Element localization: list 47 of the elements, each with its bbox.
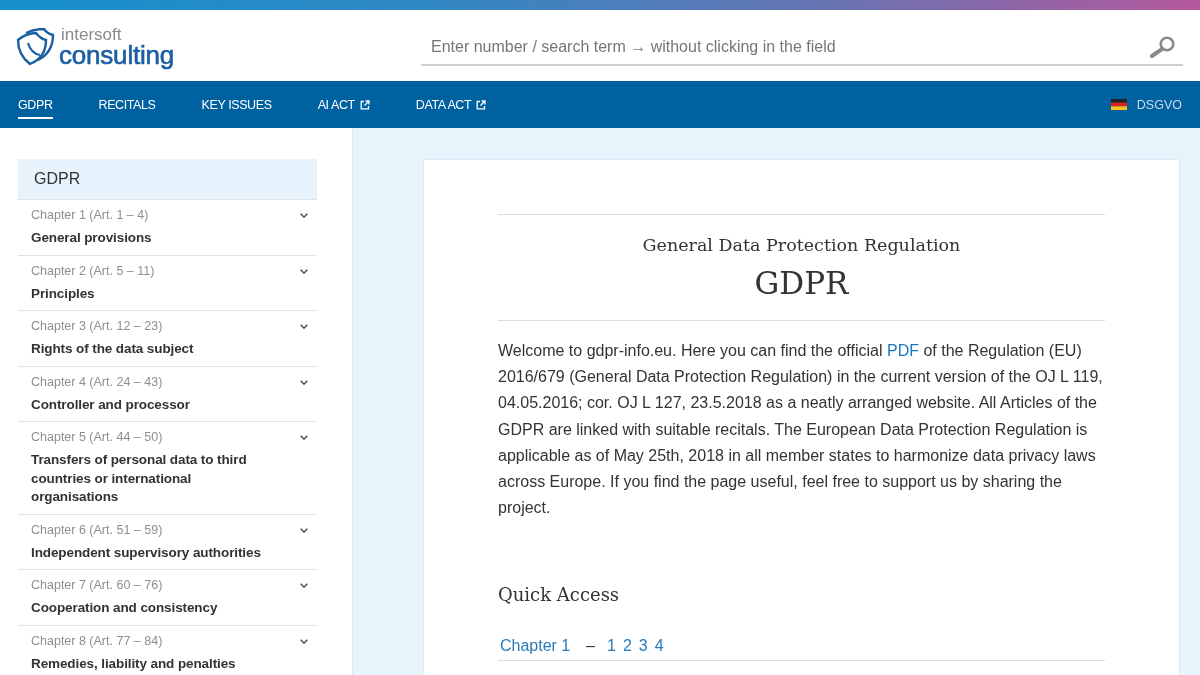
nav-tab[interactable]: RECITALS [98,90,156,119]
nav-tab[interactable]: AI ACT [317,90,370,119]
chapter-item[interactable]: Chapter 8 (Art. 77 – 84) Remedies, liability and penalties [18,625,317,675]
page-subtitle: General Data Protection Regulation [641,234,962,257]
section-heading: Quick Access [498,583,621,608]
chapter-title: General provisions [31,229,153,247]
language-link[interactable]: DSGVO [1110,97,1182,112]
chapter-title: Cooperation and consistency [31,599,219,617]
chapter-link[interactable]: Chapter 1 [500,637,586,656]
chapter-title: Transfers of personal data to third countries or international organisations [31,451,248,506]
chapter-title: Controller and processor [31,395,191,414]
chapter-range: Chapter 2 (Art. 5 – 11) [31,262,156,280]
nav-tab[interactable]: GDPR [18,90,53,119]
nav-tab[interactable]: DATA ACT [415,90,487,119]
chapter-title: Principles [31,284,96,303]
chapter-range: Chapter 3 (Art. 12 – 23) [31,318,164,335]
chapter-title: Remedies, liability and penalties [31,654,237,673]
sidebar-heading: GDPR [18,159,317,200]
chapter-item[interactable]: Chapter 3 (Art. 12 – 23) Rights of the data subject [18,311,317,367]
separator-text: – [586,637,596,656]
chapter-range: Chapter 1 (Art. 1 – 4) [31,207,150,224]
shield-logo-icon [16,28,55,66]
chapter-title: Rights of the data subject [31,340,195,358]
chapter-item[interactable]: Chapter 7 (Art. 60 – 76) Cooperation and consistency [18,570,317,626]
brand-name: consulting [59,43,175,67]
chapter-item[interactable]: Chapter 6 (Art. 51 – 59) Independent supervisory authorities [18,514,317,570]
chapter-range: Chapter 5 (Art. 44 – 50) [31,429,164,446]
article-link[interactable]: 3 [638,637,648,656]
search-icon [1149,36,1175,58]
chapter-title: Independent supervisory authorities [31,543,262,562]
chapter-item[interactable]: Chapter 5 (Art. 44 – 50) Transfers of personal data to third countries or international organisations [18,422,317,515]
chapter-range: Chapter 6 (Art. 51 – 59) [31,521,164,539]
article-link[interactable]: 4 [654,637,664,656]
page-title: GDPR [753,264,850,303]
chapter-item[interactable]: Chapter 2 (Art. 5 – 11) Principles [18,255,317,311]
chapter-item[interactable]: Chapter 1 (Art. 1 – 4) General provisions [18,200,317,256]
chapter-range: Chapter 7 (Art. 60 – 76) [31,577,164,594]
nav-tab[interactable]: KEY ISSUES [201,90,272,119]
pdf-link[interactable]: PDF [886,342,919,359]
article-link[interactable]: 2 [622,637,632,656]
flag-icon [1110,99,1127,110]
brand-name: intersoft [61,27,123,43]
intro-paragraph: Welcome to gdpr-info.eu. Here you can find the official PDF of the Regulation (EU) 2016/679 (General Data Protection Regulation) in the current version of the OJ L 119, 04.05.2016; cor. OJ L 127, 23.5.2018 as a neatly arranged website. All Articles of the GDPR are linked with suitable recitals. The European Data Protection Regulation is applicable as of May 25th, 2018 in all member states to harmonize data privacy laws across Europe. If you find the page useful, feel free to support us by sharing the project. [498,341,1104,519]
chapter-range: Chapter 4 (Art. 24 – 43) [31,373,164,391]
chapter-range: Chapter 8 (Art. 77 – 84) [31,632,164,650]
article-link[interactable]: 1 [607,637,616,656]
chapter-item[interactable]: Chapter 4 (Art. 24 – 43) Controller and processor [18,366,317,422]
